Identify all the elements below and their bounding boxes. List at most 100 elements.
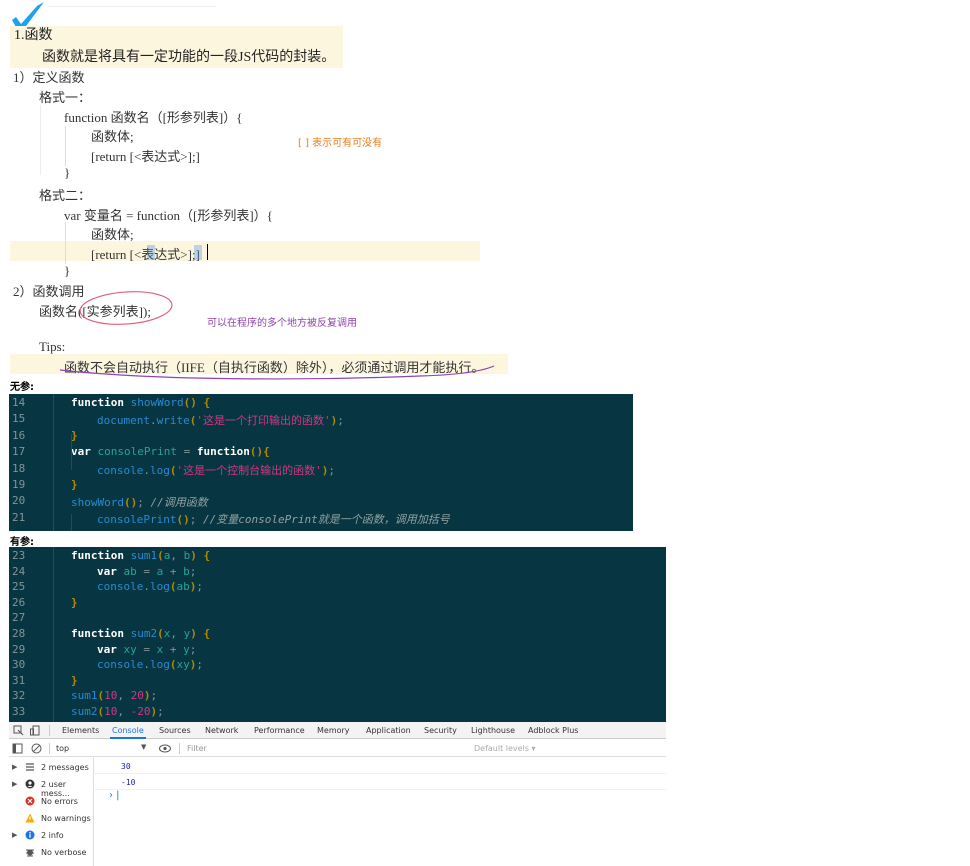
- log-levels-dropdown[interactable]: Default levels ▾: [474, 744, 536, 753]
- context-value: top: [56, 744, 70, 753]
- line-number: 26: [12, 595, 26, 609]
- line-number: 24: [12, 564, 26, 578]
- error-icon: [25, 796, 35, 808]
- sidebar-item-label: 2 info: [41, 831, 64, 840]
- line-number: 23: [12, 549, 26, 562]
- sidebar-item-label: No verbose: [41, 848, 87, 857]
- code-line: 33 sum2(10, -20);: [9, 705, 666, 721]
- console-sidebar: ▶ 2 messages ▶ 2 user mess... No errors No wa…: [9, 758, 94, 866]
- inspect-icon[interactable]: [13, 725, 24, 736]
- code-line: 31}: [9, 674, 666, 690]
- tab-sources[interactable]: Sources: [159, 726, 191, 735]
- code-line: 18 console.log('这是一个控制台输出的函数');: [9, 462, 633, 478]
- code-text: console.log(ab);: [97, 580, 203, 594]
- handwritten-annotations: [59, 291, 495, 380]
- console-message: -10: [95, 774, 666, 790]
- line-number: 15: [12, 412, 26, 426]
- code-text: var consolePrint = function(){: [71, 445, 270, 459]
- tab-lighthouse[interactable]: Lighthouse: [471, 726, 515, 735]
- code-text: }: [71, 673, 78, 687]
- sidebar-toggle-icon[interactable]: [12, 743, 23, 754]
- tab-adblock-plus[interactable]: Adblock Plus: [528, 726, 578, 735]
- code-line: 20 showWord(); //调用函数: [9, 494, 633, 510]
- sidebar-item-list[interactable]: ▶ 2 messages: [11, 760, 93, 775]
- tab-divider: [49, 725, 50, 736]
- line-number: 32: [12, 689, 26, 703]
- console-value: -10: [121, 778, 136, 787]
- tab-performance[interactable]: Performance: [254, 726, 305, 735]
- sidebar-item-error[interactable]: No errors: [11, 794, 93, 809]
- verbose-icon: [25, 847, 35, 859]
- code-line: 27: [9, 611, 666, 627]
- tab-console[interactable]: Console: [110, 726, 146, 739]
- code-line: 26}: [9, 596, 666, 612]
- line-number: 27: [12, 611, 26, 625]
- line-number: 18: [12, 461, 26, 475]
- list-icon: [25, 762, 35, 774]
- code-line: 32 sum1(10, 20);: [9, 689, 666, 705]
- line-number: 21: [12, 510, 26, 524]
- line-number: 25: [12, 580, 26, 594]
- code-text: sum1(10, 20);: [71, 689, 158, 703]
- sidebar-item-label: No warnings: [41, 814, 91, 823]
- console-prompt-input[interactable]: › |: [109, 790, 120, 801]
- console-toolbar: top ▼ Filter Default levels ▾: [9, 740, 666, 757]
- note-call: 可以在程序的多个地方被反复调用: [207, 318, 357, 329]
- code-text: consolePrint(); //变量consolePrint就是一个函数，调…: [97, 512, 450, 526]
- clear-console-icon[interactable]: [31, 743, 42, 754]
- tab-application[interactable]: Application: [366, 726, 411, 735]
- code-text: document.write('这是一个打印输出的函数');: [97, 414, 344, 428]
- code-text: function sum1(a, b) {: [71, 549, 211, 562]
- tab-network[interactable]: Network: [205, 726, 238, 735]
- code-line: 24 var ab = a + b;: [9, 565, 666, 581]
- code-line: 30 console.log(xy);: [9, 658, 666, 674]
- tab-security[interactable]: Security: [424, 726, 457, 735]
- code-text: console.log('这是一个控制台输出的函数');: [97, 463, 335, 477]
- line-number: 33: [12, 705, 26, 718]
- code-line: 29 var xy = x + y;: [9, 643, 666, 659]
- user-icon: [25, 779, 35, 791]
- line-number: 20: [12, 494, 26, 508]
- code-line: 23 function sum1(a, b) {: [9, 549, 666, 565]
- sidebar-item-verbose[interactable]: No verbose: [11, 845, 93, 860]
- tab-elements[interactable]: Elements: [62, 726, 99, 735]
- code-text: sum2(10, -20);: [71, 705, 164, 718]
- line-number: 19: [12, 478, 26, 491]
- expand-arrow-icon[interactable]: ▶: [12, 831, 17, 839]
- code-text: }: [71, 595, 78, 609]
- with-param-label: 有参:: [10, 537, 34, 548]
- code-text: }: [71, 478, 78, 491]
- line-number: 14: [12, 396, 26, 409]
- code-line: 16}: [9, 429, 633, 445]
- code-text: console.log(xy);: [97, 658, 203, 672]
- code-text: function sum2(x, y) {: [71, 627, 211, 640]
- line-number: 16: [12, 428, 26, 442]
- line-number: 28: [12, 627, 26, 640]
- devtools-tabbar: Elements Console Sources Network Performance…: [9, 722, 666, 739]
- sidebar-item-info[interactable]: ▶ 2 info: [11, 828, 93, 843]
- code-text: var ab = a + b;: [97, 564, 197, 578]
- devtools-panel: Elements Console Sources Network Performance…: [9, 722, 666, 866]
- code-text: function showWord() {: [71, 396, 211, 409]
- tab-memory[interactable]: Memory: [317, 726, 350, 735]
- sidebar-item-label: No errors: [41, 797, 78, 806]
- filter-input[interactable]: Filter: [184, 742, 469, 755]
- warning-icon: [25, 813, 35, 825]
- expand-arrow-icon[interactable]: ▶: [12, 763, 17, 771]
- code-line: 19}: [9, 478, 633, 494]
- sidebar-item-label: 2 messages: [41, 763, 89, 772]
- eye-icon[interactable]: [159, 744, 171, 753]
- device-toggle-icon[interactable]: [30, 725, 41, 736]
- no-param-label: 无参:: [10, 382, 34, 393]
- filter-placeholder: Filter: [187, 744, 207, 753]
- expand-arrow-icon[interactable]: ▶: [12, 780, 17, 788]
- code-block-with-params: 23 function sum1(a, b) { 24 var ab = a + b;…: [9, 547, 666, 722]
- line-number: 17: [12, 445, 26, 459]
- info-icon: [25, 830, 35, 842]
- sidebar-item-warning[interactable]: No warnings: [11, 811, 93, 826]
- sidebar-item-user[interactable]: ▶ 2 user mess...: [11, 777, 93, 798]
- code-text: showWord(); //调用函数: [71, 496, 208, 510]
- code-line: 17 var consolePrint = function(){: [9, 445, 633, 461]
- code-line: 25 console.log(ab);: [9, 580, 666, 596]
- context-selector[interactable]: top ▼: [55, 742, 150, 755]
